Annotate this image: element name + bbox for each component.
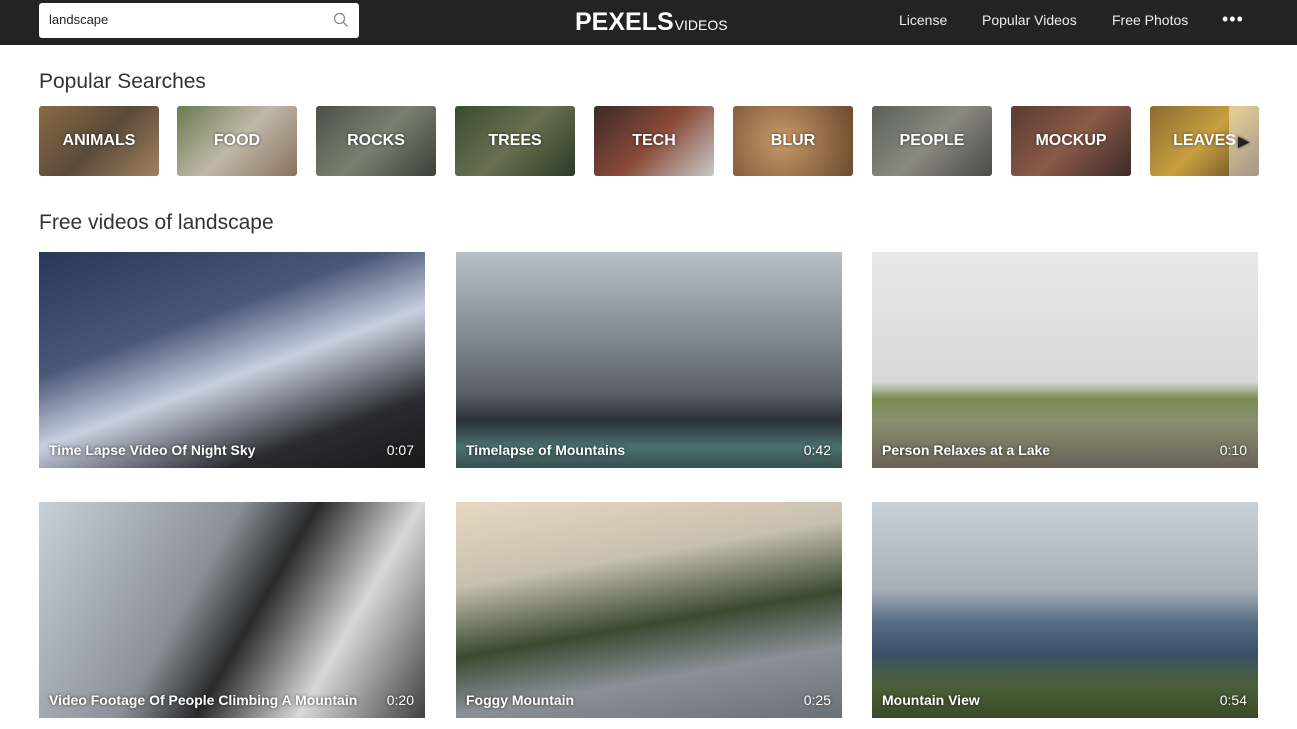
popular-search-rocks[interactable]: ROCKS xyxy=(316,106,436,176)
video-duration: 0:10 xyxy=(1219,442,1247,458)
nav-license[interactable]: License xyxy=(899,12,947,28)
popular-search-trees[interactable]: TREES xyxy=(455,106,575,176)
video-title: Person Relaxes at a Lake xyxy=(882,442,1051,458)
popular-search-people[interactable]: PEOPLE xyxy=(872,106,992,176)
video-duration: 0:20 xyxy=(386,692,414,708)
video-title: Time Lapse Video Of Night Sky xyxy=(49,442,256,458)
tile-label: BLUR xyxy=(770,132,816,149)
popular-search-leaves[interactable]: LEAVES ▶ xyxy=(1150,106,1259,176)
search-box[interactable] xyxy=(39,3,359,38)
logo-main: PEXELS xyxy=(575,8,674,36)
video-duration: 0:25 xyxy=(803,692,831,708)
video-title: Foggy Mountain xyxy=(466,692,575,708)
video-card[interactable]: Timelapse of Mountains 0:42 xyxy=(456,252,842,468)
nav-free-photos[interactable]: Free Photos xyxy=(1112,12,1188,28)
popular-search-blur[interactable]: BLUR xyxy=(733,106,853,176)
tile-label: LEAVES xyxy=(1173,132,1236,149)
tile-label: TREES xyxy=(488,132,542,149)
logo[interactable]: PEXELSVIDEOS xyxy=(575,8,728,37)
tile-label: ROCKS xyxy=(347,132,405,149)
tile-label: TECH xyxy=(632,132,676,149)
more-menu-icon[interactable]: ••• xyxy=(1222,9,1244,30)
video-card[interactable]: Video Footage Of People Climbing A Mount… xyxy=(39,502,425,718)
scroll-right-arrow-icon[interactable]: ▶ xyxy=(1238,133,1249,150)
logo-sub: VIDEOS xyxy=(674,17,728,33)
tile-label: PEOPLE xyxy=(899,132,965,149)
popular-searches-title: Popular Searches xyxy=(39,70,206,93)
search-input[interactable] xyxy=(49,12,319,27)
video-card[interactable]: Foggy Mountain 0:25 xyxy=(456,502,842,718)
video-duration: 0:42 xyxy=(803,442,831,458)
top-bar: PEXELSVIDEOS License Popular Videos Free… xyxy=(0,0,1297,45)
video-title: Mountain View xyxy=(882,692,980,708)
video-duration: 0:54 xyxy=(1219,692,1247,708)
tile-label: ANIMALS xyxy=(62,132,136,149)
video-title: Video Footage Of People Climbing A Mount… xyxy=(49,692,358,708)
video-duration: 0:07 xyxy=(386,442,414,458)
tile-label: MOCKUP xyxy=(1035,132,1107,149)
popular-search-tech[interactable]: TECH xyxy=(594,106,714,176)
video-card[interactable]: Mountain View 0:54 xyxy=(872,502,1258,718)
popular-search-animals[interactable]: ANIMALS xyxy=(39,106,159,176)
popular-search-mockup[interactable]: MOCKUP xyxy=(1011,106,1131,176)
nav-popular-videos[interactable]: Popular Videos xyxy=(982,12,1077,28)
results-title: Free videos of landscape xyxy=(39,211,274,234)
search-icon[interactable] xyxy=(333,12,349,28)
video-card[interactable]: Person Relaxes at a Lake 0:10 xyxy=(872,252,1258,468)
video-card[interactable]: Time Lapse Video Of Night Sky 0:07 xyxy=(39,252,425,468)
popular-search-food[interactable]: FOOD xyxy=(177,106,297,176)
video-title: Timelapse of Mountains xyxy=(466,442,626,458)
tile-label: FOOD xyxy=(213,132,261,149)
